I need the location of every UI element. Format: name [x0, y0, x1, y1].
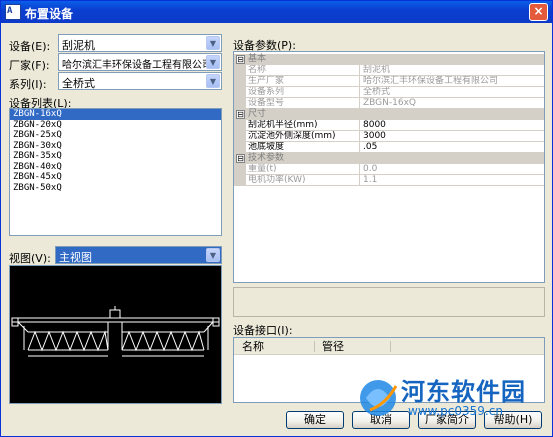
property-value: 1.1: [360, 175, 544, 186]
list-item[interactable]: ZBGN-35xQ: [10, 151, 221, 162]
cancel-button[interactable]: 取消: [352, 411, 410, 429]
device-preview: [9, 265, 222, 404]
property-value: ZBGN-16xQ: [360, 98, 544, 109]
property-value: 刮泥机: [360, 65, 544, 76]
chevron-down-icon[interactable]: ▼: [206, 36, 220, 50]
property-row[interactable]: 池底坡度 .05: [234, 142, 544, 153]
property-value[interactable]: .05: [360, 142, 544, 153]
property-row[interactable]: 生产厂家 哈尔滨汇丰环保设备工程有限公司: [234, 76, 544, 87]
collapse-icon[interactable]: ⊟: [236, 154, 245, 163]
property-row[interactable]: 设备型号 ZBGN-16xQ: [234, 98, 544, 109]
property-name: 刮泥机半径(mm): [246, 120, 360, 131]
collapse-icon[interactable]: ⊟: [236, 55, 245, 64]
title-bar[interactable]: A 布置设备 ×: [1, 1, 552, 23]
list-item[interactable]: ZBGN-50xQ: [10, 183, 221, 194]
property-name: 设备系列: [246, 87, 360, 98]
property-row[interactable]: 重量(t) 0.0: [234, 164, 544, 175]
list-item[interactable]: ZBGN-30xQ: [10, 141, 221, 152]
category-tech[interactable]: ⊟ 技术参数: [234, 153, 544, 164]
device-listbox[interactable]: ZBGN-16xQ ZBGN-20xQ ZBGN-25xQ ZBGN-30xQ …: [9, 108, 222, 236]
property-value: 全桥式: [360, 87, 544, 98]
property-value: 0.0: [360, 164, 544, 175]
vendor-combo[interactable]: 哈尔滨汇丰环保设备工程有限公司 ▼: [58, 53, 222, 71]
chevron-down-icon[interactable]: ▼: [206, 74, 220, 88]
property-name: 电机功率(KW): [246, 175, 360, 186]
window-title: 布置设备: [25, 7, 74, 21]
vendor-value: 哈尔滨汇丰环保设备工程有限公司: [62, 60, 212, 71]
list-item[interactable]: ZBGN-40xQ: [10, 162, 221, 173]
category-label: 尺寸: [248, 109, 267, 119]
view-label: 视图(V):: [9, 252, 51, 265]
device-label: 设备(E):: [9, 40, 51, 53]
property-name: 重量(t): [246, 164, 360, 175]
list-item[interactable]: ZBGN-45xQ: [10, 172, 221, 183]
vendor-label: 厂家(F):: [9, 59, 50, 72]
interface-list[interactable]: 名称 管径: [233, 337, 545, 403]
property-value[interactable]: 3000: [360, 131, 544, 142]
property-name: 生产厂家: [246, 76, 360, 87]
device-value: 刮泥机: [62, 39, 95, 52]
vendor-brief-button[interactable]: 厂家简介: [418, 411, 476, 429]
series-label: 系列(I):: [9, 78, 47, 91]
series-value: 全桥式: [62, 77, 95, 90]
list-item[interactable]: ZBGN-20xQ: [10, 120, 221, 131]
series-combo[interactable]: 全桥式 ▼: [58, 72, 222, 90]
property-grid[interactable]: ⊟ 基本 名称 刮泥机 生产厂家 哈尔滨汇丰环保设备工程有限公司 设备系列 全桥式 设…: [233, 51, 545, 283]
chevron-down-icon[interactable]: ▼: [206, 55, 220, 69]
list-item[interactable]: ZBGN-16xQ: [10, 109, 221, 120]
help-button[interactable]: 帮助(H): [484, 411, 542, 429]
category-label: 基本: [248, 54, 267, 64]
property-name: 池底坡度: [246, 142, 360, 153]
close-button[interactable]: ×: [529, 3, 548, 21]
property-name: 沉淀池外侧深度(mm): [246, 131, 360, 142]
clarifier-bridge-drawing: [11, 306, 220, 357]
property-row[interactable]: 刮泥机半径(mm) 8000: [234, 120, 544, 131]
app-icon: A: [5, 4, 21, 20]
property-name: 名称: [246, 65, 360, 76]
property-name: 设备型号: [246, 98, 360, 109]
device-combo[interactable]: 刮泥机 ▼: [58, 34, 222, 52]
category-basic[interactable]: ⊟ 基本: [234, 54, 544, 65]
interface-header: 名称 管径: [234, 338, 544, 355]
property-row[interactable]: 名称 刮泥机: [234, 65, 544, 76]
property-value: 哈尔滨汇丰环保设备工程有限公司: [360, 76, 544, 87]
collapse-icon[interactable]: ⊟: [236, 110, 245, 119]
view-value: 主视图: [59, 251, 92, 264]
column-header-pipe[interactable]: 管径: [322, 340, 344, 353]
ok-button[interactable]: 确定: [286, 411, 344, 429]
interface-label: 设备接口(I):: [233, 324, 293, 337]
chevron-down-icon[interactable]: ▼: [206, 248, 220, 262]
category-size[interactable]: ⊟ 尺寸: [234, 109, 544, 120]
view-combo[interactable]: 主视图 ▼: [55, 246, 222, 264]
column-header-name[interactable]: 名称: [242, 340, 264, 353]
property-row[interactable]: 电机功率(KW) 1.1: [234, 175, 544, 186]
property-row[interactable]: 沉淀池外侧深度(mm) 3000: [234, 131, 544, 142]
category-label: 技术参数: [248, 153, 285, 163]
list-item[interactable]: ZBGN-25xQ: [10, 130, 221, 141]
dialog-window: A 布置设备 × 设备(E): 刮泥机 ▼ 厂家(F): 哈尔滨汇丰环保设备工程…: [0, 0, 553, 437]
property-value[interactable]: 8000: [360, 120, 544, 131]
description-panel: [233, 287, 545, 317]
property-row[interactable]: 设备系列 全桥式: [234, 87, 544, 98]
